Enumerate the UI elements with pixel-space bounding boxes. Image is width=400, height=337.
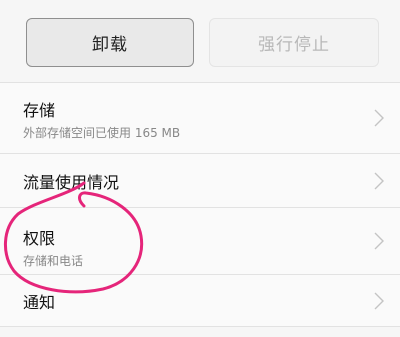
storage-title: 存储 <box>23 101 56 120</box>
list-item-storage[interactable]: 存储 外部存储空间已使用 165 MB <box>0 83 400 154</box>
action-bar: 卸载 强行停止 <box>0 0 400 82</box>
chevron-right-icon <box>374 172 384 189</box>
chevron-right-icon <box>374 292 384 309</box>
list-item-notifications[interactable]: 通知 <box>0 275 400 327</box>
app-settings-list: 存储 外部存储空间已使用 165 MB 流量使用情况 权限 存储和电话 通知 <box>0 82 400 327</box>
permissions-subtitle: 存储和电话 <box>23 254 84 268</box>
data-usage-title: 流量使用情况 <box>23 173 120 192</box>
storage-subtitle: 外部存储空间已使用 165 MB <box>23 126 181 140</box>
notifications-title: 通知 <box>23 293 56 312</box>
list-item-data-usage[interactable]: 流量使用情况 <box>0 154 400 208</box>
chevron-right-icon <box>374 232 384 250</box>
force-stop-button[interactable]: 强行停止 <box>209 18 379 67</box>
list-item-permissions[interactable]: 权限 存储和电话 <box>0 208 400 275</box>
permissions-title: 权限 <box>23 229 56 248</box>
chevron-right-icon <box>374 109 384 127</box>
uninstall-button[interactable]: 卸载 <box>26 18 194 67</box>
